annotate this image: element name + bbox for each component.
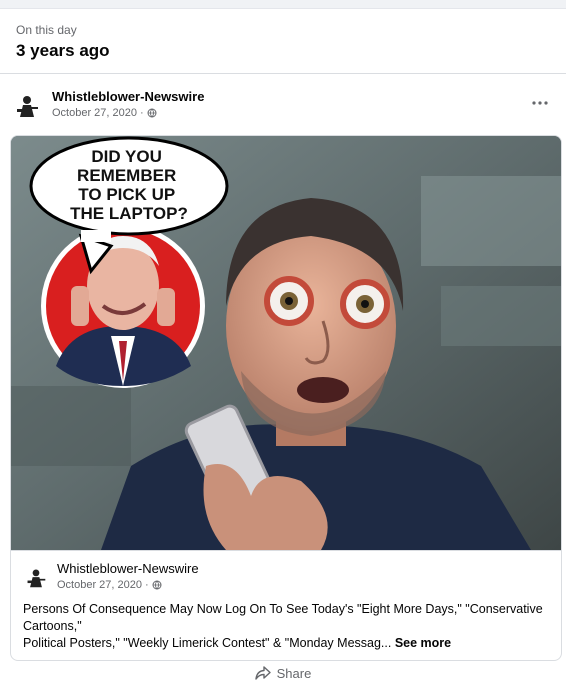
shared-post-footer: Whistleblower-Newswire October 27, 2020 … <box>11 550 561 660</box>
meme-illustration: DID YOU REMEMBER TO PICK UP THE LAPTOP? <box>11 136 561 550</box>
post-image[interactable]: DID YOU REMEMBER TO PICK UP THE LAPTOP? <box>11 136 561 550</box>
shared-post-text-line-2-row: Political Posters," "Weekly Limerick Con… <box>23 635 549 652</box>
shared-post-date-text: October 27, 2020 · <box>57 579 149 591</box>
post-date[interactable]: October 27, 2020 · <box>52 107 157 119</box>
more-options-button[interactable] <box>528 93 552 113</box>
memory-header: On this day 3 years ago <box>16 23 110 61</box>
globe-icon <box>147 108 157 118</box>
bubble-line-1: DID YOU <box>91 147 162 166</box>
shared-post-text: Persons Of Consequence May Now Log On To… <box>23 601 549 652</box>
see-more-link[interactable]: See more <box>395 636 451 650</box>
memory-label: On this day <box>16 23 77 37</box>
post-header: Whistleblower-Newswire October 27, 2020 … <box>12 87 554 127</box>
shared-page-avatar[interactable] <box>23 565 49 591</box>
whistleblower-logo-icon <box>27 569 46 588</box>
memory-title: 3 years ago <box>16 41 110 60</box>
bubble-line-3: TO PICK UP <box>78 185 175 204</box>
share-button[interactable]: Share <box>0 661 566 685</box>
memory-card: On this day 3 years ago Whistleblower-Ne… <box>0 8 566 685</box>
share-arrow-icon <box>254 666 271 680</box>
shared-post-text-line-2: Political Posters," "Weekly Limerick Con… <box>23 636 392 650</box>
page-avatar[interactable] <box>12 91 42 121</box>
inset-portrait <box>41 224 205 388</box>
shared-post-card[interactable]: DID YOU REMEMBER TO PICK UP THE LAPTOP? … <box>10 135 562 661</box>
more-horizontal-icon <box>532 101 548 105</box>
open-mouth <box>297 377 349 403</box>
post-author[interactable]: Whistleblower-Newswire <box>52 89 204 104</box>
shared-post-text-line-1: Persons Of Consequence May Now Log On To… <box>23 602 543 633</box>
shared-post-date[interactable]: October 27, 2020 · <box>57 579 162 591</box>
divider <box>0 73 566 74</box>
post-date-text: October 27, 2020 · <box>52 107 144 119</box>
whistleblower-logo-icon <box>17 96 38 117</box>
shared-post-author[interactable]: Whistleblower-Newswire <box>57 561 199 576</box>
bubble-line-2: REMEMBER <box>77 166 176 185</box>
globe-icon <box>152 580 162 590</box>
bubble-line-4: THE LAPTOP? <box>70 204 188 223</box>
share-label: Share <box>276 665 312 681</box>
